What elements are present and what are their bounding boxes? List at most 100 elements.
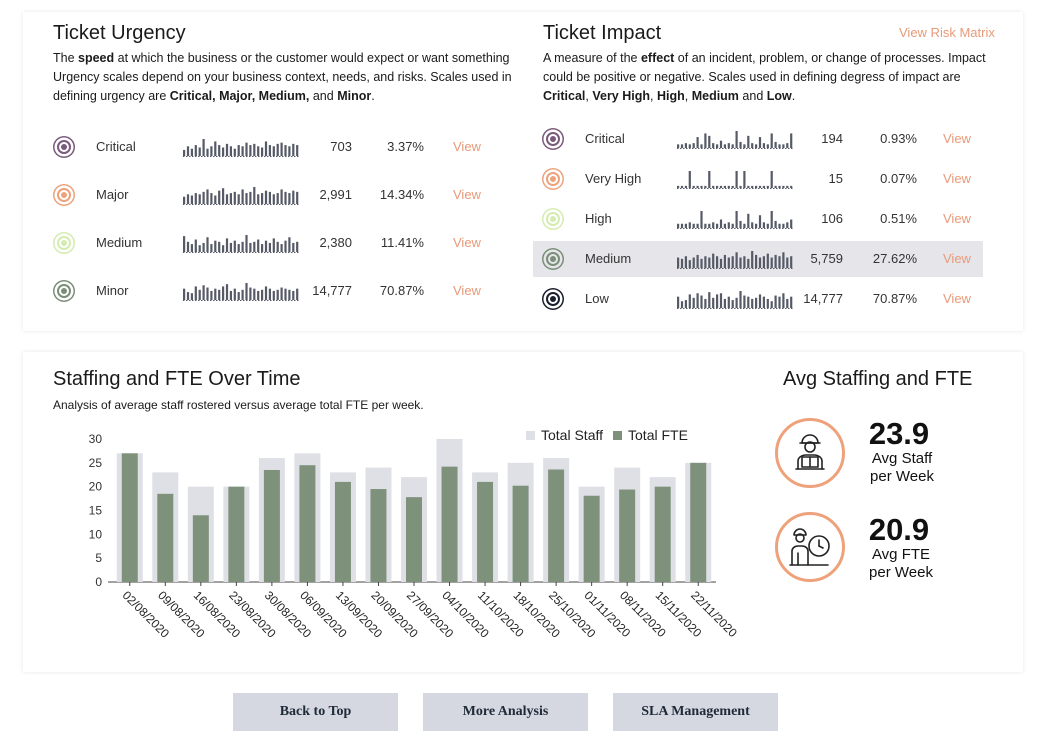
urgency-count: 703 (330, 139, 352, 154)
bar-total-fte (406, 497, 422, 582)
spark-bar (786, 257, 789, 268)
spark-bar (261, 147, 264, 156)
spark-bar (245, 193, 248, 204)
spark-bar (268, 145, 271, 156)
more-analysis-button[interactable]: More Analysis (423, 693, 588, 731)
spark-bar (790, 133, 793, 148)
urgency-level-label: Medium (96, 235, 143, 250)
spark-bar (755, 223, 758, 228)
spark-bar (245, 142, 248, 156)
spark-bar (284, 240, 287, 252)
target-icon (53, 184, 75, 206)
spark-bar (782, 293, 785, 308)
spark-bar (704, 133, 707, 148)
spark-bar (280, 287, 283, 300)
spark-bar (198, 194, 201, 204)
spark-bar (202, 285, 205, 300)
spark-bar (704, 298, 707, 308)
urgency-view-link[interactable]: View (453, 187, 481, 202)
spark-bar (218, 145, 221, 156)
spark-bar (249, 145, 252, 156)
spark-bar (723, 298, 726, 308)
spark-bar (680, 258, 684, 268)
spark-bar (700, 211, 703, 228)
spark-bar (198, 289, 201, 300)
view-risk-matrix-link[interactable]: View Risk Matrix (899, 25, 995, 40)
spark-bar (790, 219, 793, 228)
impact-title: Ticket Impact (543, 22, 662, 44)
impact-view-link[interactable]: View (943, 211, 971, 226)
spark-bar (712, 222, 715, 228)
impact-view-link[interactable]: View (943, 251, 971, 266)
spark-bar (743, 256, 746, 268)
impact-view-link[interactable]: View (943, 291, 971, 306)
spark-bar (731, 300, 734, 308)
spark-bar (264, 286, 268, 300)
spark-bar (743, 295, 746, 308)
urgency-sparkline (183, 235, 299, 253)
spark-bar (245, 283, 248, 300)
spark-bar (272, 238, 275, 252)
spark-bar (762, 222, 765, 228)
spark-bar (758, 185, 762, 188)
spark-bar (284, 145, 287, 156)
bar-total-fte (121, 453, 138, 582)
spark-bar (296, 145, 299, 156)
impact-view-link[interactable]: View (943, 131, 971, 146)
spark-bar (206, 287, 209, 300)
impact-level-label: Medium (585, 251, 632, 266)
spark-bar (735, 297, 738, 308)
spark-bar (677, 144, 680, 148)
avg-title: Avg Staffing and FTE (783, 368, 973, 390)
spark-bar (727, 257, 730, 268)
spark-bar (692, 223, 695, 228)
spark-bar (716, 294, 719, 308)
spark-bar (677, 296, 680, 308)
spark-bar (774, 254, 777, 268)
spark-bar (712, 297, 715, 308)
spark-bar (253, 143, 256, 156)
impact-level-label: High (585, 211, 612, 226)
spark-bar (257, 290, 260, 300)
spark-bar (755, 185, 758, 188)
impact-view-link[interactable]: View (943, 171, 971, 186)
spark-bar (712, 253, 715, 268)
impact-sparkline (677, 211, 793, 229)
spark-bar (755, 297, 758, 308)
spark-bar (241, 241, 244, 252)
spark-bar (712, 185, 715, 188)
spark-bar (731, 256, 734, 268)
spark-bar (210, 146, 213, 156)
spark-bar (684, 300, 687, 308)
spark-bar (186, 146, 190, 156)
back-to-top-button[interactable]: Back to Top (233, 693, 398, 731)
spark-bar (245, 235, 248, 252)
spark-bar (747, 135, 750, 148)
impact-percent: 27.62% (872, 251, 917, 266)
spark-bar (719, 293, 723, 308)
urgency-sparkline (183, 283, 299, 301)
urgency-view-link[interactable]: View (453, 139, 481, 154)
spark-bar (684, 143, 687, 148)
spark-bar (272, 194, 275, 204)
urgency-percent: 14.34% (379, 187, 424, 202)
spark-bar (739, 141, 742, 148)
impact-percent: 0.93% (880, 131, 917, 146)
spark-bar (257, 146, 260, 156)
y-tick-label: 30 (89, 432, 103, 446)
spark-bar (272, 146, 275, 156)
spark-bar (700, 185, 703, 188)
spark-bar (700, 144, 703, 148)
urgency-view-link[interactable]: View (453, 235, 481, 250)
urgency-count: 2,991 (319, 187, 352, 202)
spark-bar (723, 254, 726, 268)
spark-bar (268, 191, 271, 204)
spark-bar (280, 142, 283, 156)
sla-management-button[interactable]: SLA Management (613, 693, 778, 731)
urgency-view-link[interactable]: View (453, 283, 481, 298)
spark-bar (218, 289, 221, 300)
spark-bar (774, 185, 777, 188)
spark-bar (202, 191, 205, 204)
spark-bar (206, 237, 209, 252)
spark-bar (284, 288, 287, 300)
